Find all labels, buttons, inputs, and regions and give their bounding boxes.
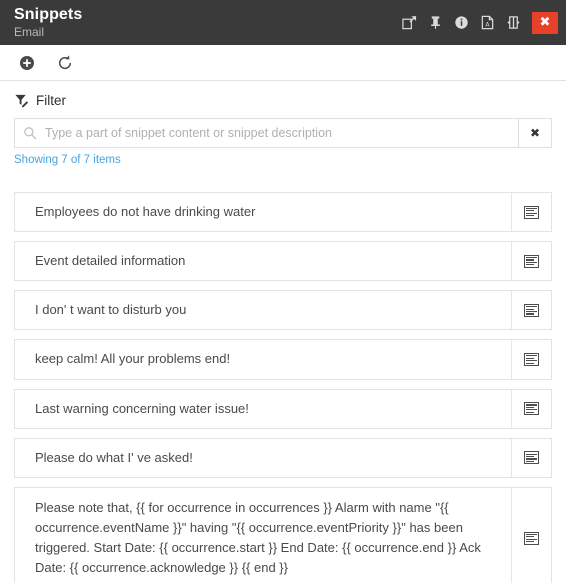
snippet-detail-button[interactable] <box>511 487 551 583</box>
search-icon <box>24 127 37 140</box>
action-toolbar <box>0 45 566 81</box>
snippet-detail-button[interactable] <box>511 340 551 379</box>
list-icon <box>524 303 539 317</box>
refresh-button[interactable] <box>54 52 76 74</box>
search-input[interactable] <box>37 125 518 141</box>
snippet-detail-button[interactable] <box>511 438 551 477</box>
list-item[interactable]: Event detailed information <box>14 241 552 282</box>
snippet-text: Event detailed information <box>35 253 186 269</box>
add-button[interactable] <box>16 52 38 74</box>
snippet-detail-button[interactable] <box>511 389 551 428</box>
plus-circle-icon <box>20 55 34 70</box>
snippet-detail-button[interactable] <box>511 242 551 281</box>
filter-label: Filter <box>36 93 66 108</box>
title-block: Snippets Email <box>14 5 83 39</box>
list-icon <box>524 451 539 465</box>
list-icon <box>524 254 539 268</box>
filter-header: Filter <box>14 93 552 108</box>
list-item[interactable]: Please do what I' ve asked! <box>14 437 552 478</box>
list-icon <box>524 531 539 545</box>
clear-search-button[interactable]: ✖ <box>518 118 552 148</box>
list-icon <box>524 402 539 416</box>
snippet-text: Last warning concerning water issue! <box>35 400 249 416</box>
search-row: ✖ <box>14 118 552 148</box>
info-icon[interactable] <box>448 0 474 45</box>
close-button[interactable]: ✖ <box>532 11 558 34</box>
svg-text:A: A <box>485 21 490 28</box>
snippet-text: Employees do not have drinking water <box>35 204 256 219</box>
pin-icon[interactable] <box>422 0 448 45</box>
window-titlebar: Snippets Email A ✖ <box>0 0 566 45</box>
refresh-icon <box>58 54 72 69</box>
list-item[interactable]: Last warning concerning water issue! <box>14 388 552 429</box>
page-title: Snippets <box>14 5 83 23</box>
list-item[interactable]: Employees do not have drinking water <box>14 192 552 233</box>
close-icon: ✖ <box>529 126 541 140</box>
results-count[interactable]: Showing 7 of 7 items <box>14 154 552 166</box>
search-box[interactable] <box>14 118 518 148</box>
snippet-detail-button[interactable] <box>511 291 551 330</box>
list-icon <box>524 205 539 219</box>
filter-section: Filter ✖ Showing 7 of 7 items <box>0 81 566 166</box>
list-item[interactable]: I don' t want to disturb you <box>14 290 552 331</box>
page-subtitle: Email <box>14 24 45 39</box>
snippet-text: Please note that, {{ for occurrence in o… <box>35 499 481 576</box>
list-item[interactable]: keep calm! All your problems end! <box>14 339 552 380</box>
snippet-text: Please do what I' ve asked! <box>35 449 193 465</box>
snippet-text: keep calm! All your problems end! <box>35 351 231 367</box>
titlebar-actions: A ✖ <box>396 0 566 45</box>
close-icon: ✖ <box>539 15 551 30</box>
popout-icon[interactable] <box>396 0 422 45</box>
list-item[interactable]: Please note that, {{ for occurrence in o… <box>14 486 552 583</box>
dock-icon[interactable] <box>500 0 526 45</box>
snippet-detail-button[interactable] <box>511 193 551 232</box>
snippet-text: I don' t want to disturb you <box>35 302 187 318</box>
pdf-icon[interactable]: A <box>474 0 500 45</box>
snippet-list: Employees do not have drinking water Eve… <box>0 166 566 583</box>
filter-icon <box>15 94 29 108</box>
list-icon <box>524 352 539 366</box>
